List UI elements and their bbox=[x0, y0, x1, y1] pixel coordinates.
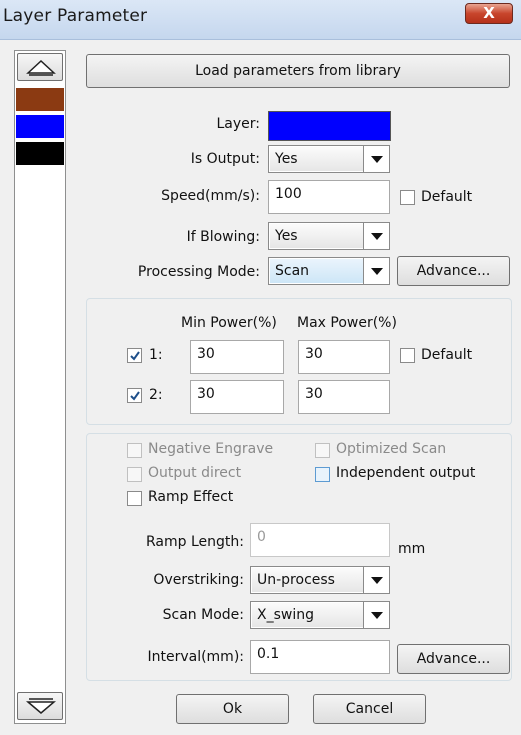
if-blowing-value: Yes bbox=[270, 224, 363, 248]
checkmark-icon bbox=[130, 351, 140, 361]
dropdown-button[interactable] bbox=[363, 567, 389, 593]
optimized-scan-label: Optimized Scan bbox=[336, 441, 447, 457]
dropdown-button[interactable] bbox=[363, 146, 389, 172]
is-output-label: Is Output: bbox=[190, 151, 260, 167]
ramp-effect-checkbox[interactable] bbox=[127, 491, 142, 506]
min-power-header: Min Power(%) bbox=[181, 315, 277, 331]
layer-swatch-brown[interactable] bbox=[16, 88, 64, 111]
ramp-length-label: Ramp Length: bbox=[146, 534, 244, 550]
layer-list[interactable] bbox=[14, 50, 66, 724]
scan-mode-value: X_swing bbox=[252, 603, 363, 627]
ramp-effect-label: Ramp Effect bbox=[148, 489, 234, 505]
ramp-length-unit: mm bbox=[398, 541, 426, 557]
triangle-down-icon bbox=[26, 698, 56, 714]
ramp-length-input[interactable]: 0 bbox=[250, 523, 390, 557]
advance-button-options[interactable]: Advance... bbox=[397, 644, 510, 674]
dropdown-button[interactable] bbox=[363, 258, 389, 284]
if-blowing-select[interactable]: Yes bbox=[268, 222, 390, 250]
chevron-down-icon bbox=[371, 612, 383, 619]
processing-mode-label: Processing Mode: bbox=[137, 264, 260, 280]
speed-input[interactable]: 100 bbox=[268, 180, 390, 214]
chevron-down-icon bbox=[371, 233, 383, 240]
scan-mode-select[interactable]: X_swing bbox=[250, 601, 390, 629]
power-2-checkbox[interactable] bbox=[127, 388, 142, 403]
layer-label: Layer: bbox=[216, 116, 260, 132]
triangle-up-icon bbox=[26, 59, 56, 76]
power-1-label: 1: bbox=[149, 347, 163, 363]
max-power-header: Max Power(%) bbox=[297, 315, 397, 331]
processing-mode-select[interactable]: Scan bbox=[268, 257, 390, 285]
scroll-down-button[interactable] bbox=[17, 692, 63, 720]
layer-color-box[interactable] bbox=[268, 111, 391, 141]
negative-engrave-label: Negative Engrave bbox=[148, 441, 274, 457]
chevron-down-icon bbox=[371, 577, 383, 584]
speed-label: Speed(mm/s): bbox=[161, 188, 260, 204]
power-2-label: 2: bbox=[149, 387, 163, 403]
chevron-down-icon bbox=[371, 156, 383, 163]
interval-input[interactable]: 0.1 bbox=[250, 640, 390, 674]
negative-engrave-checkbox[interactable] bbox=[127, 443, 142, 458]
title-bar: Layer Parameter X bbox=[0, 0, 521, 40]
dropdown-button[interactable] bbox=[363, 223, 389, 249]
layer-swatch-black[interactable] bbox=[16, 142, 64, 165]
close-button[interactable]: X bbox=[465, 3, 513, 24]
window-title: Layer Parameter bbox=[3, 6, 148, 26]
layer-swatch-blue[interactable] bbox=[16, 115, 64, 138]
speed-default-checkbox[interactable] bbox=[400, 190, 415, 205]
processing-mode-value: Scan bbox=[270, 259, 363, 283]
speed-default-label: Default bbox=[421, 189, 473, 205]
is-output-value: Yes bbox=[270, 147, 363, 171]
scan-mode-label: Scan Mode: bbox=[162, 607, 244, 623]
dropdown-button[interactable] bbox=[363, 602, 389, 628]
independent-output-label: Independent output bbox=[336, 465, 476, 481]
overstriking-value: Un-process bbox=[252, 568, 363, 592]
output-direct-label: Output direct bbox=[148, 465, 242, 481]
chevron-down-icon bbox=[371, 268, 383, 275]
overstriking-select[interactable]: Un-process bbox=[250, 566, 390, 594]
power-1-max-input[interactable]: 30 bbox=[298, 340, 390, 374]
interval-label: Interval(mm): bbox=[147, 649, 244, 665]
close-icon: X bbox=[483, 4, 495, 22]
load-parameters-button[interactable]: Load parameters from library bbox=[86, 54, 510, 88]
optimized-scan-checkbox[interactable] bbox=[315, 443, 330, 458]
cancel-button[interactable]: Cancel bbox=[313, 694, 426, 724]
is-output-select[interactable]: Yes bbox=[268, 145, 390, 173]
advance-button-main[interactable]: Advance... bbox=[397, 256, 510, 286]
ok-button[interactable]: Ok bbox=[176, 694, 289, 724]
power-1-checkbox[interactable] bbox=[127, 348, 142, 363]
power-default-label: Default bbox=[421, 347, 473, 363]
power-2-min-input[interactable]: 30 bbox=[190, 380, 284, 414]
power-1-min-input[interactable]: 30 bbox=[190, 340, 284, 374]
power-default-checkbox[interactable] bbox=[400, 348, 415, 363]
if-blowing-label: If Blowing: bbox=[186, 229, 260, 245]
output-direct-checkbox[interactable] bbox=[127, 467, 142, 482]
scroll-up-button[interactable] bbox=[17, 53, 63, 81]
overstriking-label: Overstriking: bbox=[153, 572, 244, 588]
power-2-max-input[interactable]: 30 bbox=[298, 380, 390, 414]
independent-output-checkbox[interactable] bbox=[315, 467, 330, 482]
checkmark-icon bbox=[130, 391, 140, 401]
